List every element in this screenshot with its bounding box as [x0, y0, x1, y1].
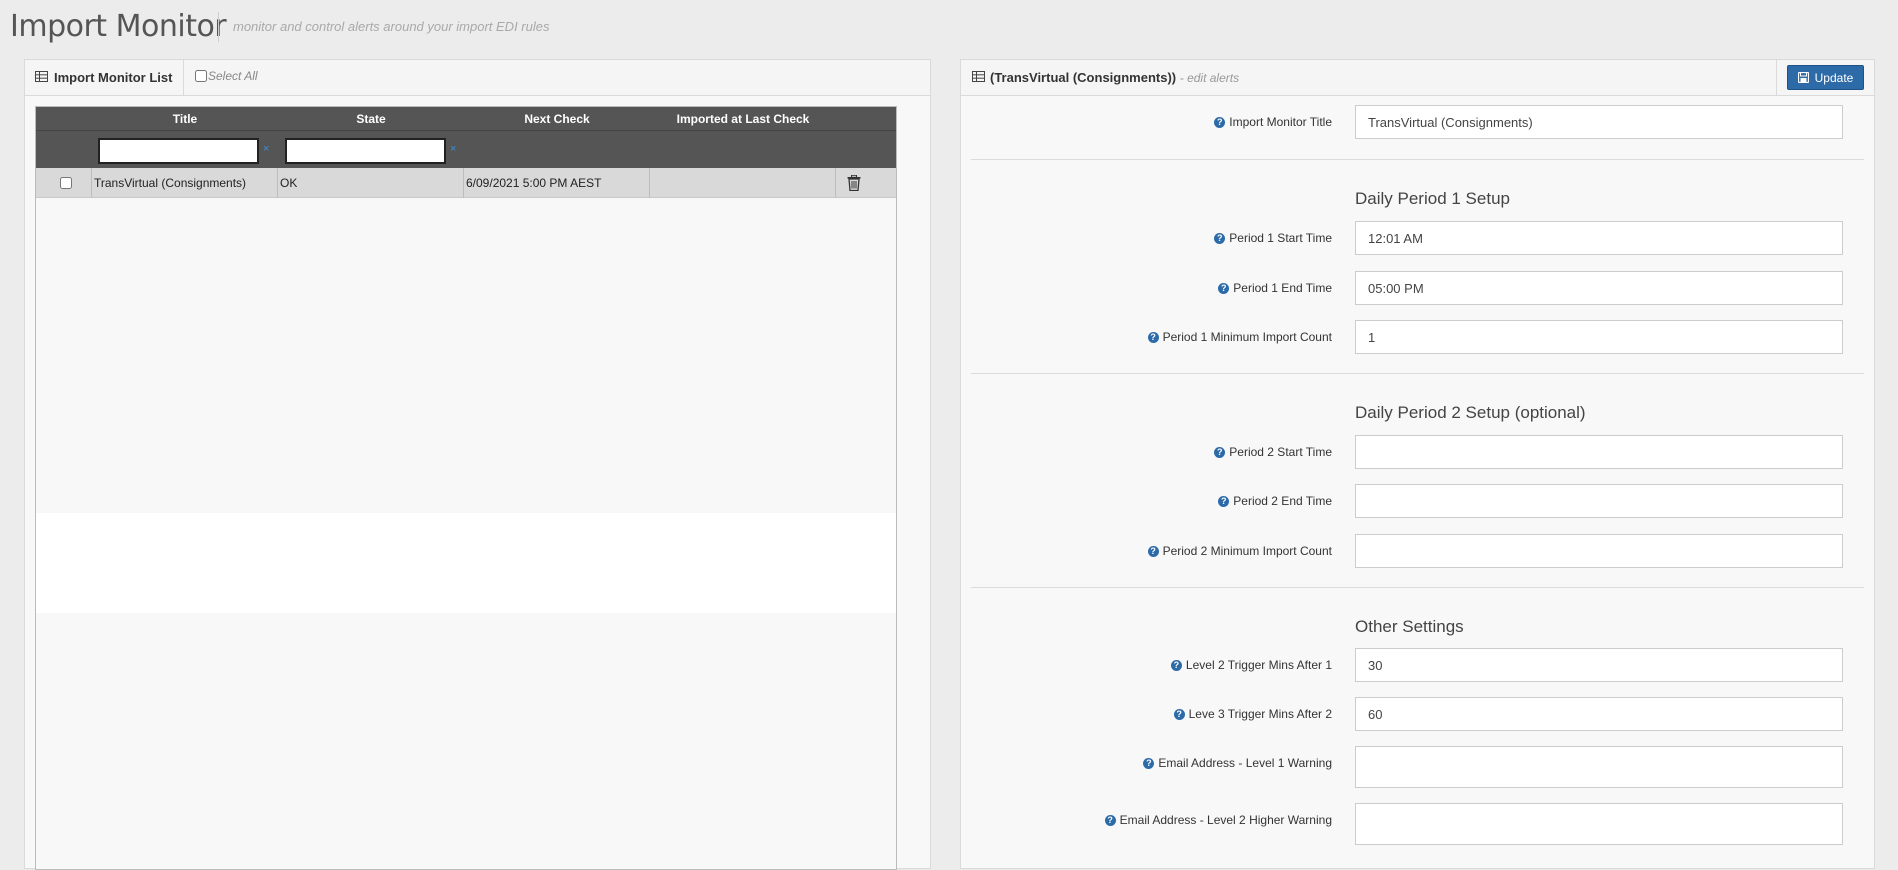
title-filter-input[interactable] [98, 138, 259, 164]
period-2-start-input[interactable] [1355, 435, 1843, 469]
form-row-period-2-min: ? Period 2 Minimum Import Count [961, 534, 1874, 570]
level-2-trigger-input[interactable] [1355, 648, 1843, 682]
header-divider [218, 12, 219, 42]
section-divider [971, 159, 1864, 160]
update-button-label: Update [1814, 70, 1854, 85]
grid-icon [35, 71, 48, 82]
period-2-start-label: ? Period 2 Start Time [1214, 445, 1332, 459]
select-all-label: Select All [208, 69, 258, 83]
column-header-next-check[interactable]: Next Check [464, 107, 650, 131]
state-filter-input[interactable] [285, 138, 446, 164]
form-row-period-1-min: ? Period 1 Minimum Import Count [961, 320, 1874, 356]
form-row-monitor-title: ? Import Monitor Title [961, 105, 1874, 141]
page-subtitle: monitor and control alerts around your i… [233, 19, 550, 34]
section-title-period-2: Daily Period 2 Setup (optional) [1355, 403, 1586, 422]
filter-row: × × [36, 131, 896, 168]
period-1-end-input[interactable] [1355, 271, 1843, 305]
period-1-end-label: ? Period 1 End Time [1218, 281, 1332, 295]
row-state: OK [278, 168, 464, 198]
form-row-email-level-2: ? Email Address - Level 2 Higher Warning [961, 803, 1874, 845]
level-3-trigger-input[interactable] [1355, 697, 1843, 731]
help-icon[interactable]: ? [1147, 545, 1159, 557]
form-row-level-2-trigger: ? Level 2 Trigger Mins After 1 [961, 648, 1874, 684]
column-header-state[interactable]: State [278, 107, 464, 131]
period-1-start-input[interactable] [1355, 221, 1843, 255]
help-icon[interactable]: ? [1143, 757, 1155, 769]
form-row-email-level-1: ? Email Address - Level 1 Warning [961, 746, 1874, 788]
header-separator [183, 60, 184, 96]
help-icon[interactable]: ? [1173, 708, 1185, 720]
help-icon[interactable]: ? [1218, 495, 1230, 507]
period-1-min-input[interactable] [1355, 320, 1843, 354]
trash-icon[interactable] [847, 175, 861, 191]
email-level-1-input[interactable] [1355, 746, 1843, 788]
import-monitor-grid: Title State Next Check Imported at Last … [35, 106, 897, 870]
page-header: Import Monitor monitor and control alert… [0, 0, 1898, 52]
email-level-2-label: ? Email Address - Level 2 Higher Warning [1104, 813, 1332, 827]
select-all-checkbox[interactable] [195, 70, 207, 82]
grid-icon [972, 71, 985, 82]
section-title-period-1: Daily Period 1 Setup [1355, 189, 1510, 208]
grid-empty-area [36, 513, 896, 613]
monitor-title-input[interactable] [1355, 105, 1843, 139]
period-2-min-label: ? Period 2 Minimum Import Count [1147, 544, 1332, 558]
level-2-trigger-label: ? Level 2 Trigger Mins After 1 [1170, 658, 1332, 672]
form-row-period-1-start: ? Period 1 Start Time [961, 221, 1874, 257]
period-2-min-input[interactable] [1355, 534, 1843, 568]
import-monitor-list-panel: Import Monitor List Select All Title Sta… [24, 59, 931, 870]
table-row[interactable]: TransVirtual (Consignments) OK 6/09/2021… [36, 168, 896, 198]
help-icon[interactable]: ? [1214, 232, 1226, 244]
edit-alerts-panel: (TransVirtual (Consignments)) - edit ale… [960, 59, 1875, 869]
edit-panel-header: (TransVirtual (Consignments)) - edit ale… [961, 60, 1874, 96]
level-3-trigger-label: ? Leve 3 Trigger Mins After 2 [1173, 707, 1332, 721]
form-row-period-1-end: ? Period 1 End Time [961, 271, 1874, 307]
form-row-period-2-start: ? Period 2 Start Time [961, 435, 1874, 471]
edit-panel-subtitle: - edit alerts [1179, 71, 1240, 85]
column-header-imported-at-last-check[interactable]: Imported at Last Check [650, 107, 836, 131]
help-icon[interactable]: ? [1170, 659, 1182, 671]
clear-state-filter-icon[interactable]: × [450, 143, 456, 155]
page-title: Import Monitor [10, 9, 227, 44]
section-divider [971, 373, 1864, 374]
period-2-end-input[interactable] [1355, 484, 1843, 518]
help-icon[interactable]: ? [1104, 814, 1116, 826]
email-level-2-input[interactable] [1355, 803, 1843, 845]
row-checkbox[interactable] [60, 177, 72, 189]
section-title-other-settings: Other Settings [1355, 617, 1464, 636]
row-title: TransVirtual (Consignments) [92, 168, 278, 198]
help-icon[interactable]: ? [1214, 446, 1226, 458]
save-icon [1797, 72, 1809, 83]
period-1-min-label: ? Period 1 Minimum Import Count [1147, 330, 1332, 344]
section-divider [971, 587, 1864, 588]
period-1-start-label: ? Period 1 Start Time [1214, 231, 1332, 245]
row-imported-at-last-check [650, 168, 836, 198]
grid-header: Title State Next Check Imported at Last … [36, 107, 896, 131]
column-header-title[interactable]: Title [92, 107, 278, 131]
list-panel-title: Import Monitor List [54, 70, 173, 85]
help-icon[interactable]: ? [1218, 282, 1230, 294]
email-level-1-label: ? Email Address - Level 1 Warning [1143, 756, 1332, 770]
form-row-level-3-trigger: ? Leve 3 Trigger Mins After 2 [961, 697, 1874, 733]
help-icon[interactable]: ? [1214, 116, 1226, 128]
select-all[interactable]: Select All [195, 69, 258, 83]
clear-title-filter-icon[interactable]: × [263, 143, 269, 155]
help-icon[interactable]: ? [1147, 331, 1159, 343]
list-panel-header: Import Monitor List Select All [25, 60, 930, 96]
edit-panel-title: (TransVirtual (Consignments)) - edit ale… [990, 70, 1239, 85]
row-next-check: 6/09/2021 5:00 PM AEST [464, 168, 650, 198]
row-select-cell [36, 168, 92, 198]
edit-panel-title-text: (TransVirtual (Consignments)) [990, 70, 1177, 85]
period-2-end-label: ? Period 2 End Time [1218, 494, 1332, 508]
update-button[interactable]: Update [1787, 65, 1864, 90]
monitor-title-label: ? Import Monitor Title [1214, 115, 1332, 129]
form-row-period-2-end: ? Period 2 End Time [961, 484, 1874, 520]
